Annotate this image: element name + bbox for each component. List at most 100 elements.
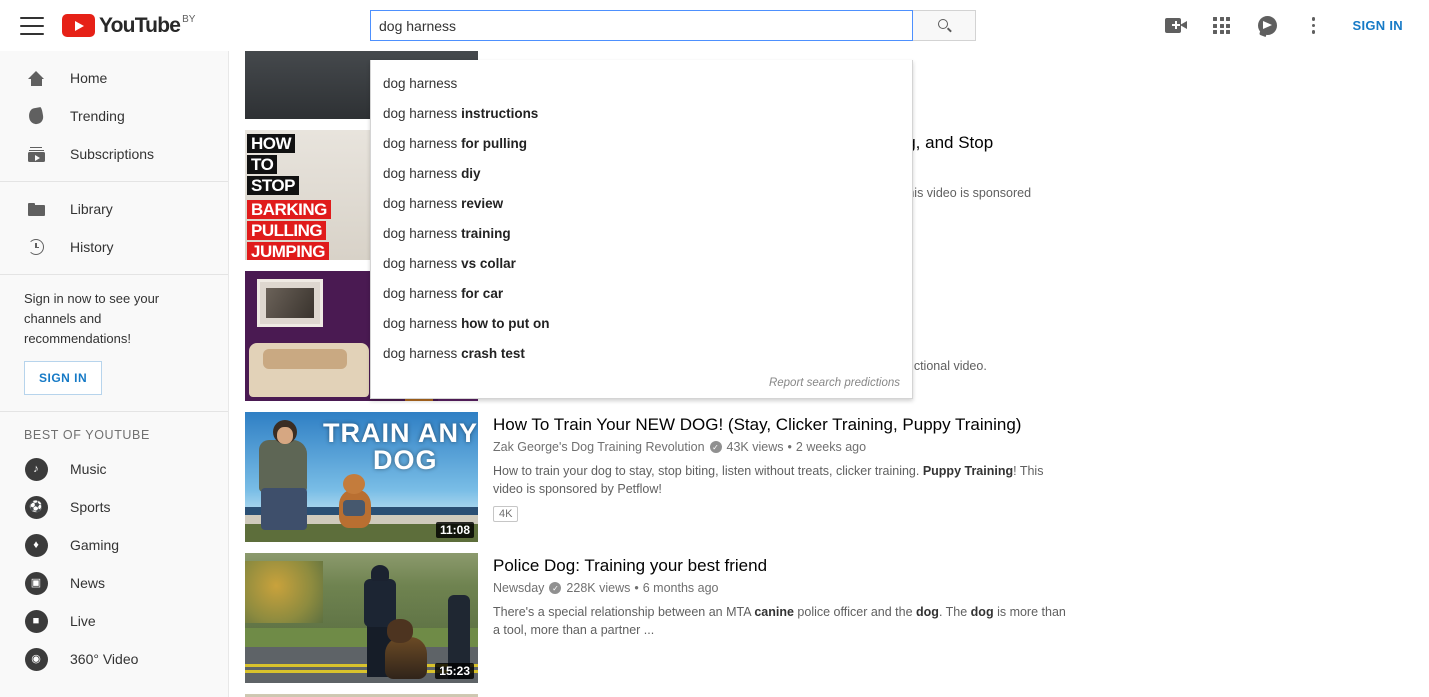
video-meta: Police Dog: Training your best friend Ne… xyxy=(493,553,1093,683)
suggestion-completion: review xyxy=(461,196,503,211)
create-video-icon[interactable] xyxy=(1153,6,1199,46)
suggestion-completion: instructions xyxy=(461,106,538,121)
suggestion-base: dog harness xyxy=(383,286,461,301)
sidebar-sign-in-button[interactable]: SIGN IN xyxy=(24,361,102,395)
search-result-row[interactable]: TRAIN ANY DOG 11:08 How To Train Your NE… xyxy=(245,412,1429,542)
suggestion-completion: how to put on xyxy=(461,316,549,331)
video-thumbnail[interactable]: TRAIN ANY DOG 11:08 xyxy=(245,412,478,542)
separator: • xyxy=(634,581,638,595)
hamburger-menu-icon[interactable] xyxy=(20,17,44,35)
logo-text: YouTube xyxy=(99,13,180,38)
thumb-text: TO xyxy=(247,155,277,174)
sidebar-item-gaming[interactable]: ♦ Gaming xyxy=(0,526,228,564)
play-button-icon xyxy=(62,14,95,37)
thumb-text: BARKING xyxy=(247,200,331,219)
video-duration: 15:23 xyxy=(435,663,474,679)
best-of-youtube-section: BEST OF YOUTUBE ♪ Music ⚽ Sports ♦ Gamin… xyxy=(0,412,228,678)
sidebar-item-home[interactable]: Home xyxy=(0,59,228,97)
header-actions: SIGN IN xyxy=(1153,6,1414,46)
verified-badge-icon: ✓ xyxy=(710,441,722,453)
sidebar-item-label: Subscriptions xyxy=(70,146,154,162)
upload-age: 6 months ago xyxy=(643,581,719,595)
search-area xyxy=(370,10,976,41)
suggestion-item[interactable]: dog harness training xyxy=(371,219,912,249)
suggestion-item[interactable]: dog harness crash test xyxy=(371,339,912,369)
desc-highlight: dog xyxy=(916,605,939,619)
sidebar-item-label: Home xyxy=(70,70,107,86)
apps-grid-icon[interactable] xyxy=(1199,6,1245,46)
desc-part: There's a special relationship between a… xyxy=(493,605,754,619)
suggestion-item[interactable]: dog harness for car xyxy=(371,279,912,309)
sidebar-item-history[interactable]: History xyxy=(0,228,228,266)
sidebar-item-live[interactable]: ■ Live xyxy=(0,602,228,640)
sidebar-signin-promo: Sign in now to see your channels and rec… xyxy=(0,275,228,412)
library-folder-icon xyxy=(24,203,48,216)
sidebar-item-news[interactable]: ▣ News xyxy=(0,564,228,602)
suggestion-completion: for pulling xyxy=(461,136,527,151)
thumb-text: JUMPING xyxy=(247,242,329,260)
quality-badge-4k: 4K xyxy=(493,506,518,522)
suggestion-base: dog harness xyxy=(383,256,461,271)
sidebar-item-label: Live xyxy=(70,613,96,629)
youtube-logo[interactable]: YouTube BY xyxy=(62,13,195,38)
desc-part: . The xyxy=(939,605,971,619)
sidebar-item-label: Gaming xyxy=(70,537,119,553)
verified-badge-icon: ✓ xyxy=(549,582,561,594)
suggestion-base: dog harness xyxy=(383,166,461,181)
search-result-row[interactable]: 15:23 Police Dog: Training your best fri… xyxy=(245,553,1429,683)
search-box[interactable] xyxy=(370,10,913,41)
logo-country-code: BY xyxy=(182,14,195,26)
video-thumbnail[interactable]: 15:23 xyxy=(245,553,478,683)
suggestion-completion: vs collar xyxy=(461,256,516,271)
signin-promo-text: Sign in now to see your channels and rec… xyxy=(24,289,204,349)
sidebar-item-subscriptions[interactable]: Subscriptions xyxy=(0,135,228,173)
history-clock-icon xyxy=(24,239,48,255)
video-description: How to train your dog to stay, stop biti… xyxy=(493,462,1058,498)
sidebar-item-label: Trending xyxy=(70,108,125,124)
sidebar-item-music[interactable]: ♪ Music xyxy=(0,450,228,488)
channel-name[interactable]: Newsday xyxy=(493,581,544,595)
desc-highlight: Puppy Training xyxy=(923,464,1013,478)
desc-part: How to train your dog to stay, stop biti… xyxy=(493,464,923,478)
suggestion-item[interactable]: dog harness for pulling xyxy=(371,129,912,159)
report-search-predictions-link[interactable]: Report search predictions xyxy=(371,369,912,398)
desc-part: police officer and the xyxy=(794,605,916,619)
desc-highlight: canine xyxy=(754,605,794,619)
suggestion-item[interactable]: dog harness how to put on xyxy=(371,309,912,339)
suggestion-base: dog harness xyxy=(383,76,457,91)
separator: • xyxy=(788,440,792,454)
thumb-text: STOP xyxy=(247,176,299,195)
more-options-icon[interactable] xyxy=(1291,6,1337,46)
suggestion-item[interactable]: dog harness xyxy=(371,69,912,99)
suggestion-item[interactable]: dog harness vs collar xyxy=(371,249,912,279)
sidebar-item-library[interactable]: Library xyxy=(0,190,228,228)
suggestion-base: dog harness xyxy=(383,316,461,331)
gaming-controller-icon: ♦ xyxy=(24,534,48,557)
suggestion-completion: crash test xyxy=(461,346,525,361)
subscriptions-icon xyxy=(24,147,48,162)
sign-in-link[interactable]: SIGN IN xyxy=(1343,10,1414,41)
video-title[interactable]: Police Dog: Training your best friend xyxy=(493,555,1093,577)
sidebar-item-sports[interactable]: ⚽ Sports xyxy=(0,488,228,526)
suggestion-item[interactable]: dog harness instructions xyxy=(371,99,912,129)
video-duration: 11:08 xyxy=(436,522,474,538)
notifications-icon[interactable] xyxy=(1245,6,1291,46)
suggestion-base: dog harness xyxy=(383,226,461,241)
video-title[interactable]: How To Train Your NEW DOG! (Stay, Clicke… xyxy=(493,414,1093,436)
channel-name[interactable]: Zak George's Dog Training Revolution xyxy=(493,440,705,454)
vr-goggles-icon: ◉ xyxy=(24,648,48,671)
suggestion-base: dog harness xyxy=(383,346,461,361)
search-submit-button[interactable] xyxy=(913,10,976,41)
desc-highlight: dog xyxy=(971,605,994,619)
sidebar-item-label: Music xyxy=(70,461,107,477)
sidebar-item-label: News xyxy=(70,575,105,591)
video-subline: Newsday ✓ 228K views • 6 months ago xyxy=(493,581,1093,595)
thumb-text: DOG xyxy=(373,445,438,476)
suggestion-item[interactable]: dog harness diy xyxy=(371,159,912,189)
sidebar-item-360-video[interactable]: ◉ 360° Video xyxy=(0,640,228,678)
youtube-search-page: Home Trending Subscriptions Library xyxy=(0,0,1429,697)
sidebar-item-trending[interactable]: Trending xyxy=(0,97,228,135)
suggestion-completion: diy xyxy=(461,166,481,181)
search-input[interactable] xyxy=(379,18,904,34)
suggestion-item[interactable]: dog harness review xyxy=(371,189,912,219)
